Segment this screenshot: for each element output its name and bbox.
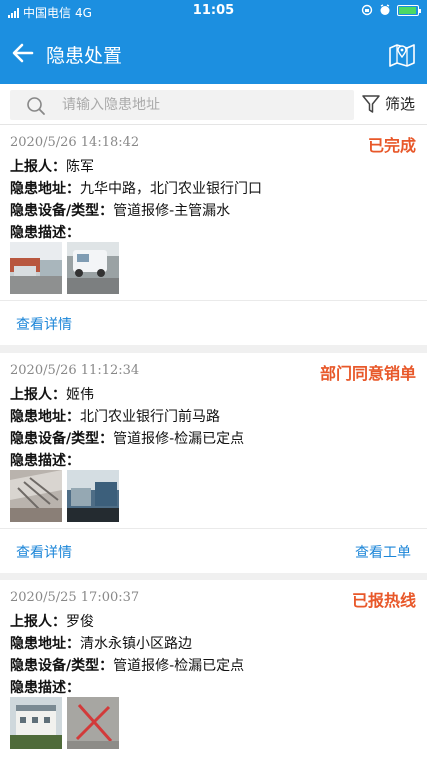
device-type-row: 隐患设备/类型：管道报修-检漏已定点: [10, 428, 244, 448]
report-date: 2020/5/25 17:00:37: [10, 590, 140, 605]
device-type-row: 隐患设备/类型：管道报修-主管漏水: [10, 200, 230, 220]
address-value: 九华中路，北门农业银行门口: [80, 181, 262, 197]
description-row: 隐患描述：: [10, 677, 80, 697]
status-right: [361, 4, 421, 16]
device-type-label: 隐患设备/类型：: [10, 658, 114, 674]
reporter-label: 上报人：: [10, 614, 66, 630]
photo-thumbnail[interactable]: [67, 697, 119, 749]
reporter-value: 罗俊: [66, 614, 94, 630]
photo-thumbnail[interactable]: [10, 242, 62, 294]
lock-rotation-icon: [361, 4, 373, 16]
divider: [0, 528, 427, 529]
search-icon: [27, 97, 45, 115]
photo-strip: [10, 697, 119, 749]
divider: [0, 300, 427, 301]
nav-bar: 隐患处置: [0, 22, 427, 84]
address-value: 北门农业银行门前马路: [80, 409, 220, 425]
record-card[interactable]: 2020/5/25 17:00:37 已报热线 上报人：罗俊 隐患地址：清水永镇…: [0, 580, 427, 758]
description-label: 隐患描述：: [10, 453, 80, 469]
search-bar: 筛选: [0, 84, 427, 125]
view-work-order-link[interactable]: 查看工单: [355, 542, 411, 562]
address-row: 隐患地址：北门农业银行门前马路: [10, 406, 220, 426]
description-label: 隐患描述：: [10, 680, 80, 696]
device-type-label: 隐患设备/类型：: [10, 431, 114, 447]
record-card[interactable]: 2020/5/26 14:18:42 已完成 上报人：陈军 隐患地址：九华中路，…: [0, 125, 427, 345]
reporter-row: 上报人：罗俊: [10, 611, 94, 631]
status-badge: 已报热线: [351, 591, 416, 610]
reporter-row: 上报人：陈军: [10, 156, 94, 176]
description-label: 隐患描述：: [10, 225, 80, 241]
address-value: 清水永镇小区路边: [80, 636, 192, 652]
arrow-left-icon[interactable]: [10, 40, 36, 66]
search-input[interactable]: [62, 90, 342, 120]
reporter-label: 上报人：: [10, 159, 66, 175]
battery-icon: [397, 4, 421, 16]
record-card[interactable]: 2020/5/26 11:12:34 部门同意销单 上报人：姬伟 隐患地址：北门…: [0, 353, 427, 573]
device-type-value: 管道报修-检漏已定点: [113, 431, 245, 447]
reporter-row: 上报人：姬伟: [10, 384, 94, 404]
reporter-label: 上报人：: [10, 387, 66, 403]
device-type-value: 管道报修-主管漏水: [113, 203, 231, 219]
status-bar: 中国电信 4G 11:05: [0, 0, 427, 22]
address-label: 隐患地址：: [10, 636, 80, 652]
description-row: 隐患描述：: [10, 450, 80, 470]
filter-icon: [362, 94, 380, 113]
alarm-icon: [380, 4, 390, 15]
photo-thumbnail[interactable]: [10, 470, 62, 522]
description-row: 隐患描述：: [10, 222, 80, 242]
device-type-row: 隐患设备/类型：管道报修-检漏已定点: [10, 655, 244, 675]
report-date: 2020/5/26 14:18:42: [10, 135, 140, 150]
report-date: 2020/5/26 11:12:34: [10, 363, 140, 378]
photo-strip: [10, 470, 119, 522]
reporter-value: 姬伟: [66, 387, 94, 403]
device-type-value: 管道报修-检漏已定点: [113, 658, 245, 674]
status-badge: 部门同意销单: [319, 364, 416, 383]
page-title: 隐患处置: [46, 45, 123, 67]
filter-label: 筛选: [384, 95, 415, 113]
reporter-value: 陈军: [66, 159, 94, 175]
map-icon[interactable]: [387, 39, 417, 69]
search-box[interactable]: [10, 90, 354, 120]
address-label: 隐患地址：: [10, 181, 80, 197]
photo-thumbnail[interactable]: [67, 242, 119, 294]
status-badge: 已完成: [367, 136, 416, 155]
view-details-link[interactable]: 查看详情: [16, 314, 72, 334]
view-details-link[interactable]: 查看详情: [16, 542, 72, 562]
filter-button[interactable]: 筛选: [361, 93, 415, 114]
address-row: 隐患地址：清水永镇小区路边: [10, 633, 192, 653]
photo-thumbnail[interactable]: [67, 470, 119, 522]
photo-thumbnail[interactable]: [10, 697, 62, 749]
device-type-label: 隐患设备/类型：: [10, 203, 114, 219]
address-row: 隐患地址：九华中路，北门农业银行门口: [10, 178, 262, 198]
photo-strip: [10, 242, 119, 294]
address-label: 隐患地址：: [10, 409, 80, 425]
